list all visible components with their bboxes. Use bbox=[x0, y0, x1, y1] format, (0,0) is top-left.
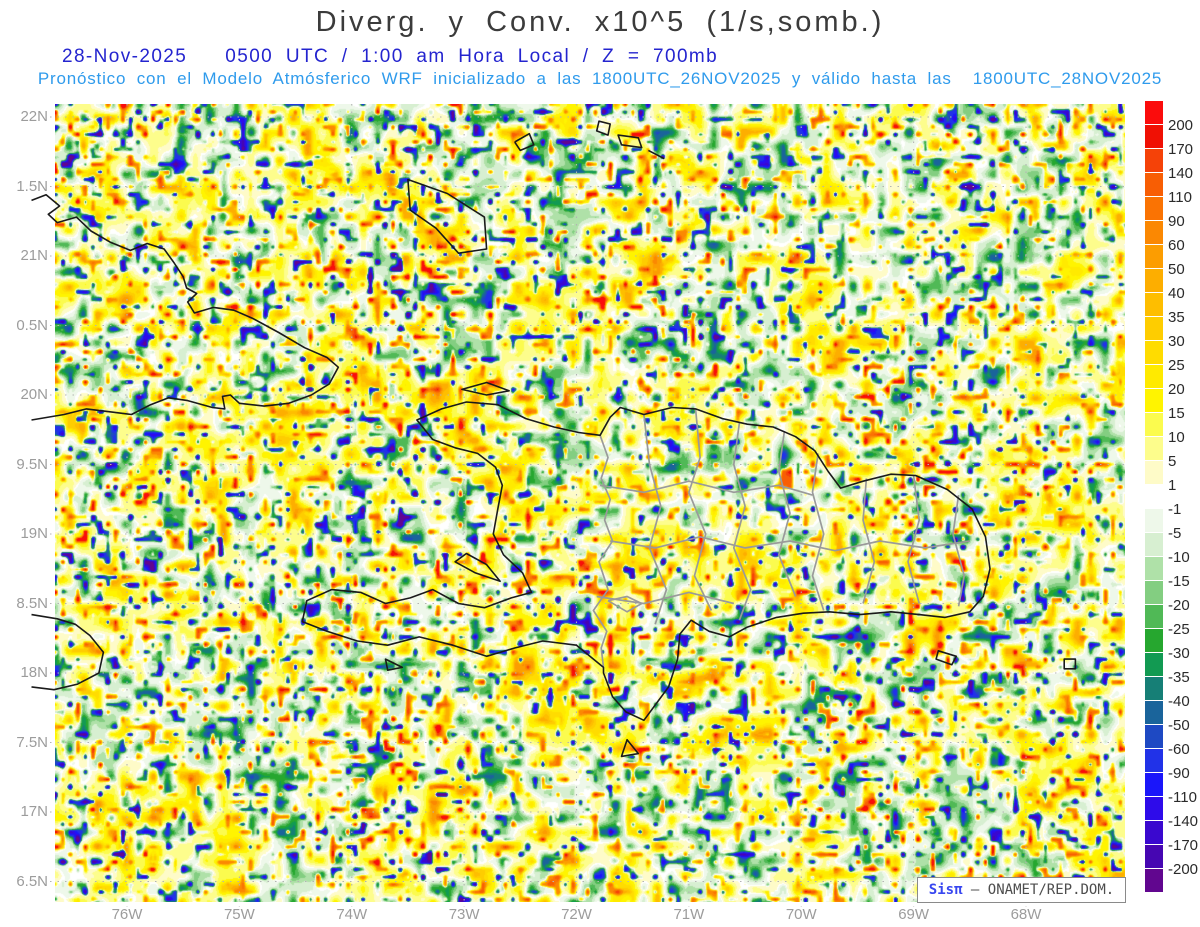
colorbar-swatch bbox=[1145, 341, 1163, 364]
colorbar-tick-label: 90 bbox=[1168, 212, 1185, 230]
lon-tick-label: 70W bbox=[785, 906, 817, 923]
colorbar-tick-label: 50 bbox=[1168, 260, 1185, 278]
lat-tick-label: 18N bbox=[20, 664, 48, 681]
colorbar-swatch bbox=[1145, 221, 1163, 244]
colorbar-tick-label: 1 bbox=[1168, 476, 1177, 494]
lat-tick-label: 8.5N bbox=[16, 594, 48, 612]
lon-tick-label: 71W bbox=[673, 906, 705, 923]
colorbar-tick-label: -1 bbox=[1168, 500, 1182, 518]
colorbar-swatch bbox=[1145, 389, 1163, 412]
colorbar-swatch bbox=[1145, 869, 1163, 892]
lat-tick-label: 17N bbox=[20, 803, 48, 820]
colorbar-swatch bbox=[1145, 101, 1163, 124]
attribution-brand: Sisπ bbox=[928, 882, 963, 898]
colorbar-swatch bbox=[1145, 677, 1163, 700]
colorbar-swatch bbox=[1145, 773, 1163, 796]
colorbar-swatch bbox=[1145, 149, 1163, 172]
colorbar-swatch bbox=[1145, 749, 1163, 772]
wrf-divergence-map-page: Diverg. y Conv. x10^5 (1/s,somb.) 28-Nov… bbox=[0, 0, 1200, 927]
colorbar-tick-label: 170 bbox=[1168, 140, 1194, 158]
colorbar-swatch bbox=[1145, 797, 1163, 820]
colorbar-tick-label: -35 bbox=[1168, 668, 1190, 686]
lon-tick-label: 75W bbox=[223, 906, 255, 923]
colorbar-tick-label: 140 bbox=[1168, 164, 1194, 182]
lat-tick-label: 19N bbox=[20, 525, 48, 542]
colorbar-tick-label: -30 bbox=[1168, 644, 1190, 662]
colorbar-tick-label: -10 bbox=[1168, 548, 1190, 566]
colorbar-swatch bbox=[1145, 293, 1163, 316]
colorbar-tick-label: -170 bbox=[1168, 836, 1199, 854]
lon-tick-label: 73W bbox=[448, 906, 480, 923]
lon-tick-label: 72W bbox=[561, 906, 592, 923]
colorbar-swatch bbox=[1145, 557, 1163, 580]
lat-tick-label: 20N bbox=[20, 386, 48, 403]
colorbar-tick-label: -60 bbox=[1168, 740, 1190, 758]
attribution-box: Sisπ — ONAMET/REP.DOM. bbox=[917, 877, 1126, 903]
attribution-text: — ONAMET/REP.DOM. bbox=[962, 882, 1115, 898]
colorbar-swatch bbox=[1145, 197, 1163, 220]
colorbar-tick-label: 200 bbox=[1168, 116, 1194, 134]
lat-tick-label: 21N bbox=[20, 247, 48, 264]
colorbar-tick-label: 5 bbox=[1168, 452, 1177, 470]
colorbar-swatch bbox=[1145, 437, 1163, 460]
datetime-subtitle: 28-Nov-2025 0500 UTC / 1:00 am Hora Loca… bbox=[62, 46, 719, 67]
lat-tick-label: 9.5N bbox=[16, 455, 48, 473]
colorbar-tick-label: -200 bbox=[1168, 860, 1199, 878]
lon-tick-label: 76W bbox=[111, 906, 143, 923]
lat-tick-label: 0.5N bbox=[16, 316, 48, 334]
colorbar-tick-label: 40 bbox=[1168, 284, 1185, 302]
colorbar-swatch bbox=[1145, 245, 1163, 268]
colorbar-tick-label: -25 bbox=[1168, 620, 1190, 638]
colorbar-swatch bbox=[1145, 533, 1163, 556]
colorbar-tick-label: -90 bbox=[1168, 764, 1190, 782]
colorbar-swatch bbox=[1145, 821, 1163, 844]
colorbar-swatch bbox=[1145, 725, 1163, 748]
colorbar-tick-label: -5 bbox=[1168, 524, 1182, 542]
colorbar-tick-label: -140 bbox=[1168, 812, 1199, 830]
colorbar-tick-label: 30 bbox=[1168, 332, 1185, 350]
colorbar-swatch bbox=[1145, 653, 1163, 676]
colorbar-swatch bbox=[1145, 365, 1163, 388]
colorbar-swatch bbox=[1145, 605, 1163, 628]
page-title: Diverg. y Conv. x10^5 (1/s,somb.) bbox=[315, 6, 885, 38]
lon-tick-label: 74W bbox=[336, 906, 368, 923]
colorbar-swatch bbox=[1145, 125, 1163, 148]
colorbar-swatch bbox=[1145, 701, 1163, 724]
colorbar-tick-label: -40 bbox=[1168, 692, 1190, 710]
lon-tick-label: 68W bbox=[1010, 906, 1042, 923]
colorbar-tick-label: -110 bbox=[1168, 788, 1197, 806]
colorbar-tick-label: 15 bbox=[1168, 404, 1185, 422]
colorbar-swatch bbox=[1145, 173, 1163, 196]
colorbar-tick-label: 10 bbox=[1168, 428, 1185, 446]
colorbar-tick-label: 60 bbox=[1168, 236, 1185, 254]
colorbar-swatch bbox=[1145, 845, 1163, 868]
lat-tick-label: 22N bbox=[20, 108, 48, 125]
colorbar-swatch bbox=[1145, 509, 1163, 532]
colorbar-tick-label: 20 bbox=[1168, 380, 1185, 398]
model-subtitle: Pronóstico con el Modelo Atmósferico WRF… bbox=[37, 69, 1163, 88]
colorbar-tick-label: -15 bbox=[1168, 572, 1190, 590]
lat-tick-label: 7.5N bbox=[16, 733, 48, 751]
colorbar-swatch bbox=[1145, 581, 1163, 604]
colorbar-swatch bbox=[1145, 461, 1163, 484]
lat-tick-label: 6.5N bbox=[16, 872, 48, 890]
lat-tick-label: 1.5N bbox=[16, 177, 48, 195]
colorbar-swatch bbox=[1145, 317, 1163, 340]
colorbar-swatch bbox=[1145, 269, 1163, 292]
colorbar-swatch bbox=[1145, 485, 1163, 508]
lon-tick-label: 69W bbox=[898, 906, 930, 923]
colorbar-tick-label: -50 bbox=[1168, 716, 1190, 734]
divergence-field-canvas bbox=[55, 104, 1125, 902]
colorbar-tick-label: 25 bbox=[1168, 356, 1185, 374]
colorbar-tick-label: -20 bbox=[1168, 596, 1190, 614]
colorbar-swatch bbox=[1145, 413, 1163, 436]
colorbar-tick-label: 110 bbox=[1168, 188, 1192, 206]
colorbar-swatch bbox=[1145, 629, 1163, 652]
colorbar-tick-label: 35 bbox=[1168, 308, 1185, 326]
